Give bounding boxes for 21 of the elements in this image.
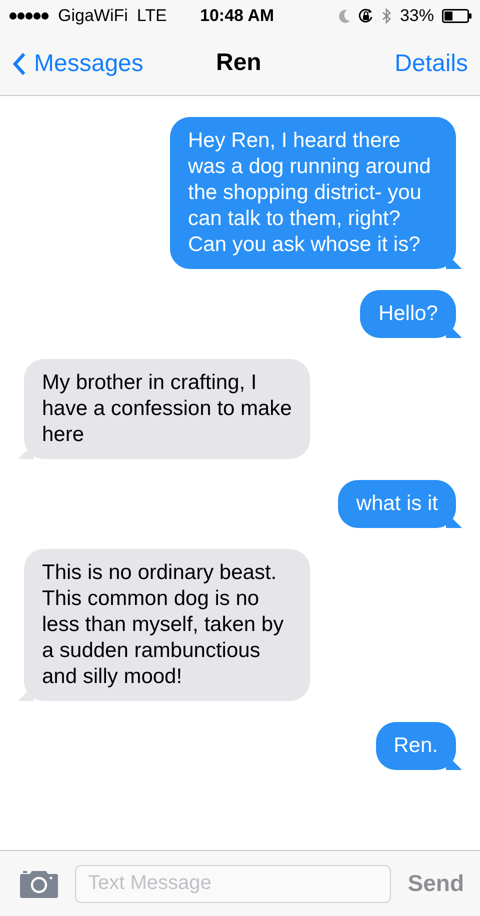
sent-message-bubble: what is it (338, 480, 456, 528)
details-button[interactable]: Details (394, 50, 468, 78)
camera-icon (20, 870, 58, 898)
bluetooth-icon (382, 8, 392, 24)
sent-message-bubble: Ren. (376, 722, 456, 770)
back-button[interactable]: Messages (12, 50, 144, 78)
conversation-title: Ren (216, 49, 262, 77)
message-input-field[interactable]: Text Message (74, 864, 391, 902)
carrier-name: GigaWiFi (58, 6, 128, 26)
rotation-lock-icon (358, 8, 374, 24)
battery-percent: 33% (400, 6, 434, 26)
clock-time: 10:48 AM (200, 6, 274, 26)
sent-message-bubble: Hello? (360, 290, 456, 338)
back-chevron-icon (12, 52, 26, 76)
sent-message-bubble: Hey Ren, I heard there was a dog running around the shopping district- you can talk to them, right? Can you ask whose it is? (170, 117, 456, 269)
received-message-bubble: This is no ordinary beast. This common dog is no less than myself, taken by a sudden rambunctious and silly mood! (24, 549, 310, 701)
received-message-bubble: My brother in crafting, I have a confession to make here (24, 359, 310, 459)
battery-icon (442, 9, 472, 23)
moon-icon (338, 9, 350, 23)
network-type: LTE (136, 6, 167, 26)
signal-icon (9, 11, 49, 21)
